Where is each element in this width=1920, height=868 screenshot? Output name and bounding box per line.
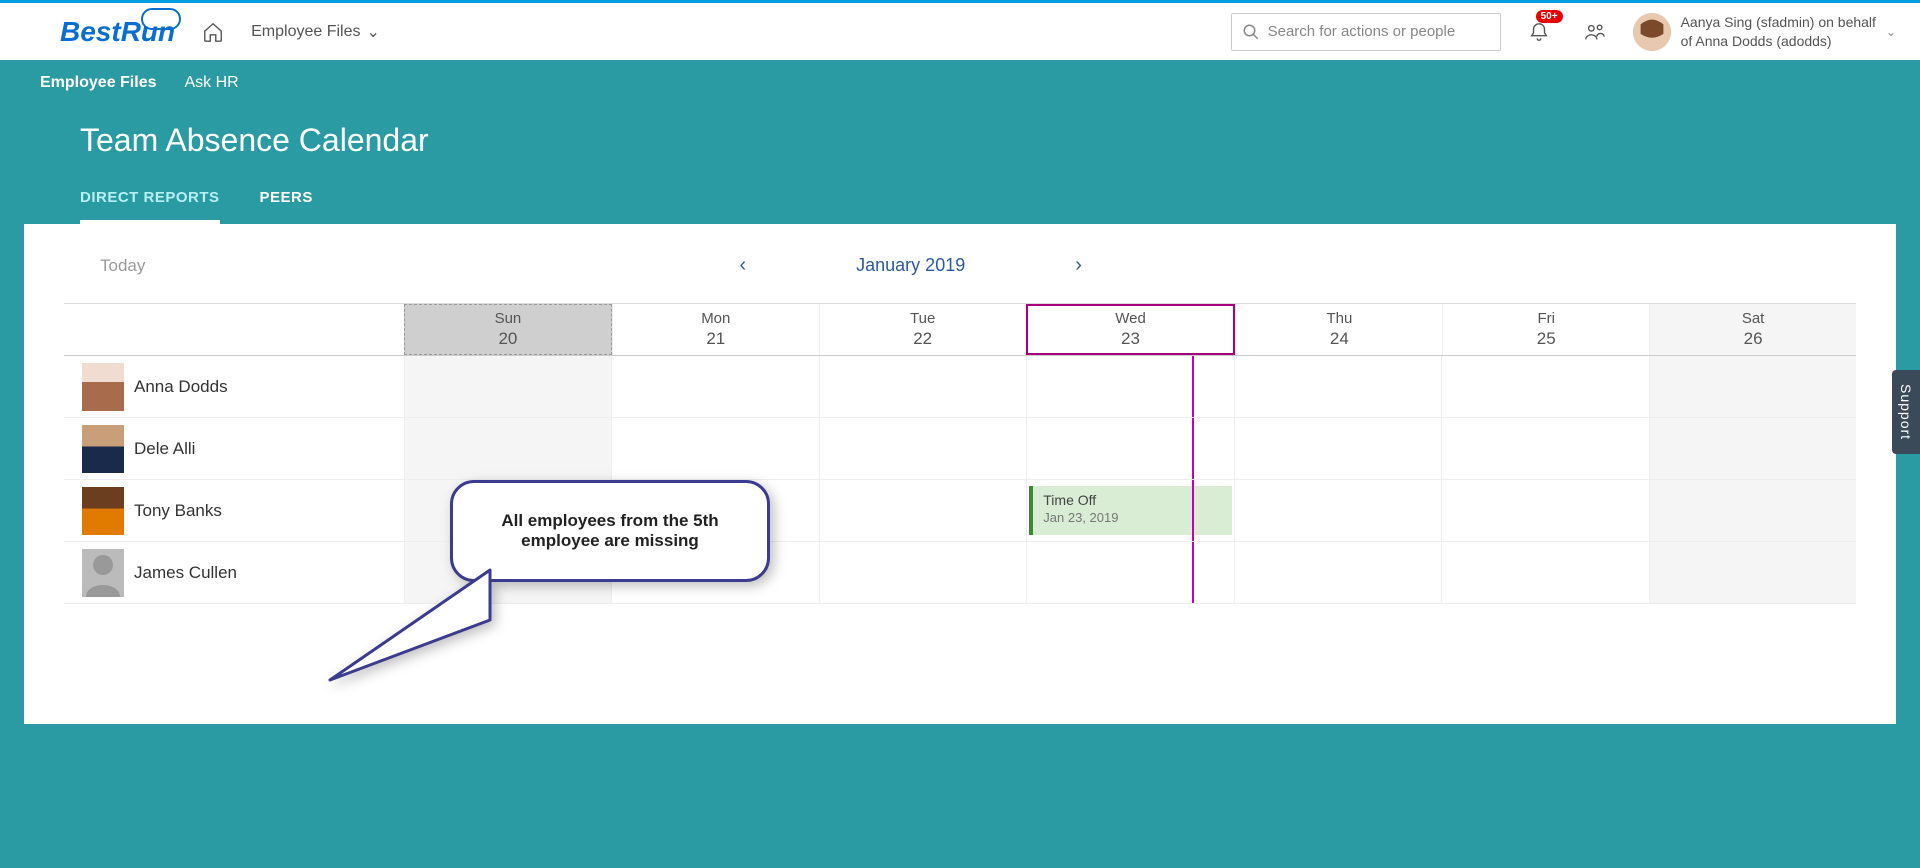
calendar-cell[interactable]: [1026, 356, 1233, 417]
event-title: Time Off: [1043, 492, 1221, 508]
today-link[interactable]: Today: [100, 256, 145, 276]
employee-name-cell[interactable]: Tony Banks: [64, 480, 404, 541]
cloud-icon: [141, 8, 181, 30]
calendar-cell[interactable]: [819, 480, 1026, 541]
employee-name-cell[interactable]: Anna Dodds: [64, 356, 404, 417]
calendar-cell[interactable]: [1026, 418, 1233, 479]
user-text: Aanya Sing (sfadmin) on behalf of Anna D…: [1681, 13, 1876, 49]
tab-peers[interactable]: PEERS: [260, 189, 313, 224]
page-title: Team Absence Calendar: [0, 102, 1920, 189]
avatar: [1633, 13, 1671, 51]
subnav-employee-files[interactable]: Employee Files: [40, 74, 157, 92]
callout-tail-icon: [320, 560, 500, 690]
calendar-panel: Today ‹ January 2019 › Sun 20 Mon 21 Tue…: [24, 224, 1896, 724]
calendar-cell[interactable]: [1441, 542, 1648, 603]
calendar-cell[interactable]: [1649, 356, 1856, 417]
annotation-callout: All employees from the 5th employee are …: [450, 480, 770, 582]
support-tab[interactable]: Support: [1892, 370, 1920, 454]
calendar-grid: Sun 20 Mon 21 Tue 22 Wed 23 Thu 24 Fri 2…: [64, 303, 1856, 604]
calendar-cell[interactable]: [611, 418, 818, 479]
calendar-cell[interactable]: [1649, 418, 1856, 479]
employee-avatar: [82, 549, 124, 597]
calendar-cell[interactable]: [1234, 542, 1441, 603]
today-marker: [1192, 542, 1194, 603]
notifications-icon[interactable]: 50+: [1521, 14, 1557, 50]
home-icon[interactable]: [195, 14, 231, 50]
day-header-tue[interactable]: Tue 22: [819, 304, 1026, 355]
calendar-cell[interactable]: [1649, 542, 1856, 603]
calendar-cell[interactable]: [819, 542, 1026, 603]
calendar-cell[interactable]: [404, 356, 611, 417]
absence-event[interactable]: Time Off Jan 23, 2019: [1029, 486, 1231, 535]
calendar-cell[interactable]: [611, 356, 818, 417]
name-column-header: [64, 304, 404, 355]
calendar-header: Today ‹ January 2019 ›: [64, 254, 1856, 277]
day-header-sat[interactable]: Sat 26: [1649, 304, 1856, 355]
user-line1: Aanya Sing (sfadmin) on behalf: [1681, 13, 1876, 31]
day-header-wed[interactable]: Wed 23: [1026, 304, 1236, 355]
nav-dropdown-label: Employee Files: [251, 23, 360, 41]
employee-name: Dele Alli: [134, 439, 195, 459]
today-marker: [1192, 480, 1194, 541]
top-bar: BestRun Employee Files ⌄ 50+ Aanya Sing …: [0, 0, 1920, 60]
calendar-cell[interactable]: [819, 418, 1026, 479]
day-header-mon[interactable]: Mon 21: [612, 304, 819, 355]
employee-name: James Cullen: [134, 563, 237, 583]
employee-row: Dele Alli: [64, 418, 1856, 480]
employee-avatar: [82, 487, 124, 535]
sub-nav: Employee Files Ask HR: [0, 60, 1920, 102]
next-month-icon[interactable]: ›: [1075, 254, 1082, 277]
employee-avatar: [82, 363, 124, 411]
search-input[interactable]: [1268, 23, 1490, 40]
calendar-header-row: Sun 20 Mon 21 Tue 22 Wed 23 Thu 24 Fri 2…: [64, 304, 1856, 356]
calendar-cell[interactable]: [1649, 480, 1856, 541]
month-nav: ‹ January 2019 ›: [145, 254, 1676, 277]
calendar-cell[interactable]: Time Off Jan 23, 2019: [1026, 480, 1233, 541]
employee-avatar: [82, 425, 124, 473]
prev-month-icon[interactable]: ‹: [739, 254, 746, 277]
user-menu[interactable]: Aanya Sing (sfadmin) on behalf of Anna D…: [1633, 13, 1896, 51]
calendar-cell[interactable]: [1234, 356, 1441, 417]
calendar-cell[interactable]: [1234, 418, 1441, 479]
user-line2: of Anna Dodds (adodds): [1681, 32, 1876, 50]
day-header-sun[interactable]: Sun 20: [404, 304, 612, 355]
employee-name-cell[interactable]: Dele Alli: [64, 418, 404, 479]
calendar-cell[interactable]: [404, 418, 611, 479]
calendar-cell[interactable]: [1441, 356, 1648, 417]
subnav-ask-hr[interactable]: Ask HR: [185, 74, 239, 92]
nav-dropdown[interactable]: Employee Files ⌄: [251, 22, 380, 42]
notification-badge: 50+: [1536, 10, 1563, 23]
day-header-thu[interactable]: Thu 24: [1235, 304, 1442, 355]
day-header-fri[interactable]: Fri 25: [1442, 304, 1649, 355]
chevron-down-icon: ⌄: [367, 22, 380, 42]
event-date: Jan 23, 2019: [1043, 510, 1221, 525]
employee-name: Anna Dodds: [134, 377, 228, 397]
employee-row: Tony Banks Time Off Jan 23, 2019: [64, 480, 1856, 542]
today-marker: [1192, 418, 1194, 479]
employee-row: Anna Dodds: [64, 356, 1856, 418]
calendar-cell[interactable]: [1441, 418, 1648, 479]
tabs: DIRECT REPORTS PEERS: [0, 189, 1920, 224]
search-box[interactable]: [1231, 13, 1501, 51]
employee-name: Tony Banks: [134, 501, 222, 521]
month-label[interactable]: January 2019: [856, 255, 965, 276]
brand-logo[interactable]: BestRun: [60, 16, 175, 48]
proxy-icon[interactable]: [1577, 14, 1613, 50]
today-marker: [1192, 356, 1194, 417]
tab-direct-reports[interactable]: DIRECT REPORTS: [80, 189, 220, 224]
calendar-cell[interactable]: [1234, 480, 1441, 541]
calendar-cell[interactable]: [1026, 542, 1233, 603]
calendar-cell[interactable]: [1441, 480, 1648, 541]
chevron-down-icon: ⌄: [1886, 25, 1896, 39]
calendar-cell[interactable]: [819, 356, 1026, 417]
